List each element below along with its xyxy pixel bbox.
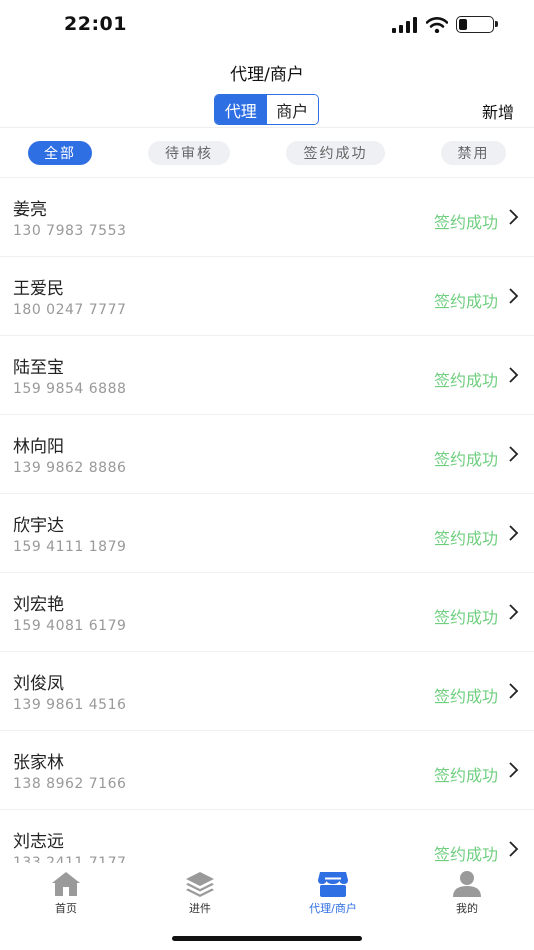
item-name: 姜亮: [13, 200, 47, 220]
list-item[interactable]: 林向阳 139 9862 8886 签约成功: [0, 415, 534, 494]
tab-profile[interactable]: 我的: [412, 870, 522, 916]
list-item[interactable]: 王爱民 180 0247 7777 签约成功: [0, 257, 534, 336]
tab-home[interactable]: 首页: [11, 870, 121, 916]
layers-icon: [186, 872, 214, 897]
list-item[interactable]: 姜亮 130 7983 7553 签约成功: [0, 178, 534, 257]
chevron-right-icon: [509, 367, 519, 383]
list-item[interactable]: 刘宏艳 159 4081 6179 签约成功: [0, 573, 534, 652]
wifi-icon: [426, 16, 448, 33]
item-phone: 130 7983 7553: [13, 223, 127, 239]
list-item[interactable]: 陆至宝 159 9854 6888 签约成功: [0, 336, 534, 415]
list-item[interactable]: 刘俊凤 139 9861 4516 签约成功: [0, 652, 534, 731]
chevron-right-icon: [509, 288, 519, 304]
item-status: 签约成功: [433, 766, 498, 785]
list-item[interactable]: 欣宇达 159 4111 1879 签约成功: [0, 494, 534, 573]
item-status: 签约成功: [433, 845, 498, 863]
home-icon: [52, 872, 80, 896]
item-status: 签约成功: [433, 529, 498, 548]
tab-label: 代理/商户: [309, 902, 357, 915]
item-name: 欣宇达: [13, 516, 64, 536]
item-status: 签约成功: [433, 608, 498, 627]
item-name: 王爱民: [13, 279, 64, 299]
store-icon: [318, 872, 348, 897]
tab-agents-merchants[interactable]: 代理/商户: [278, 870, 388, 916]
item-status: 签约成功: [433, 213, 498, 232]
item-phone: 138 8962 7166: [13, 776, 127, 792]
status-icons: [392, 16, 498, 33]
item-phone: 159 4111 1879: [13, 539, 127, 555]
item-name: 刘志远: [13, 832, 64, 852]
tab-label: 我的: [456, 902, 478, 915]
item-phone: 139 9862 8886: [13, 460, 127, 476]
item-name: 刘俊凤: [13, 674, 64, 694]
segment-merchant[interactable]: 商户: [266, 95, 318, 124]
cellular-signal-icon: [392, 16, 417, 33]
item-status: 签约成功: [433, 450, 498, 469]
tab-submissions[interactable]: 进件: [145, 870, 255, 916]
status-bar: 22:01: [0, 0, 534, 50]
filter-all[interactable]: 全部: [28, 141, 92, 165]
chevron-right-icon: [509, 604, 519, 620]
header-divider: [0, 127, 534, 128]
add-button[interactable]: 新增: [482, 99, 514, 123]
tab-label: 首页: [55, 902, 77, 915]
item-status: 签约成功: [433, 687, 498, 706]
chevron-right-icon: [509, 841, 519, 857]
page-title: 代理/商户: [230, 65, 304, 85]
item-name: 刘宏艳: [13, 595, 64, 615]
item-phone: 139 9861 4516: [13, 697, 127, 713]
chevron-right-icon: [509, 446, 519, 462]
filter-signed[interactable]: 签约成功: [286, 141, 385, 165]
chevron-right-icon: [509, 209, 519, 225]
item-phone: 180 0247 7777: [13, 302, 127, 318]
filter-disabled[interactable]: 禁用: [441, 141, 506, 165]
item-phone: 159 9854 6888: [13, 381, 127, 397]
status-time: 22:01: [64, 13, 127, 35]
list-item[interactable]: 刘志远 133 2411 7177 签约成功: [0, 810, 534, 863]
agent-list: 姜亮 130 7983 7553 签约成功 王爱民 180 0247 7777 …: [0, 178, 534, 863]
battery-icon: [456, 16, 498, 33]
item-name: 陆至宝: [13, 358, 64, 378]
item-status: 签约成功: [433, 292, 498, 311]
filter-bar: 全部 待审核 签约成功 禁用: [0, 139, 534, 167]
chevron-right-icon: [509, 525, 519, 541]
item-name: 张家林: [13, 753, 64, 773]
list-item[interactable]: 张家林 138 8962 7166 签约成功: [0, 731, 534, 810]
item-phone: 159 4081 6179: [13, 618, 127, 634]
filter-pending[interactable]: 待审核: [148, 141, 230, 165]
home-indicator: [172, 936, 362, 941]
chevron-right-icon: [509, 683, 519, 699]
chevron-right-icon: [509, 762, 519, 778]
tab-label: 进件: [189, 902, 211, 915]
segment-agent[interactable]: 代理: [215, 95, 267, 124]
item-status: 签约成功: [433, 371, 498, 390]
battery-level: [459, 19, 467, 30]
item-phone: 133 2411 7177: [13, 855, 127, 863]
segment-control: 代理 商户: [214, 94, 319, 125]
item-name: 林向阳: [13, 437, 64, 457]
user-icon: [453, 871, 481, 897]
